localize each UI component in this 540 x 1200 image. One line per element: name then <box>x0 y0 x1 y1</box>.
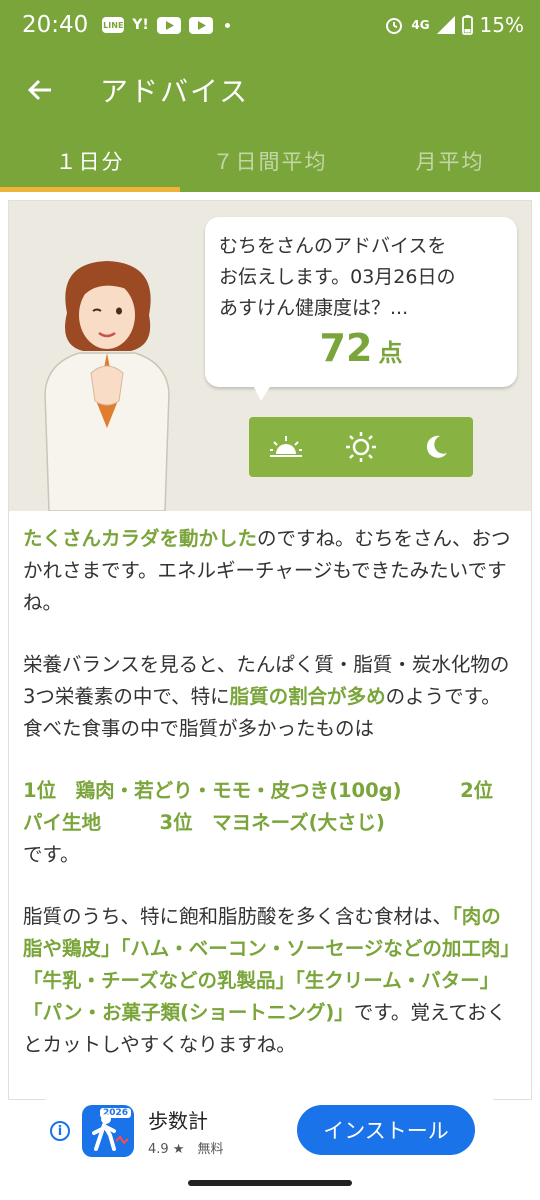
app-icon[interactable]: 2026 <box>82 1105 134 1157</box>
sun-icon <box>345 432 376 462</box>
advisor-avatar <box>44 261 170 511</box>
line-icon: LINE <box>102 17 125 33</box>
walking-person-icon <box>92 1114 129 1151</box>
ad-rating: 4.9 ★ <box>148 1142 185 1157</box>
youtube-icon <box>156 16 181 34</box>
highlight-text: たくさんカラダを動かした <box>23 527 258 550</box>
signal-icon <box>436 16 455 34</box>
meal-time-toggle <box>249 417 473 477</box>
youtube-icon <box>188 16 213 34</box>
fat-ranking: 1位 鶏肉・若どり・モモ・皮つき(100g) 2位 パイ生地 3位 マヨネーズ(… <box>23 775 519 871</box>
score-unit: 点 <box>378 339 403 367</box>
alarm-icon <box>386 18 403 34</box>
network-type: 4G <box>411 18 430 32</box>
system-navigation-bar <box>0 1168 540 1200</box>
paragraph-text: です。 <box>23 843 80 866</box>
arrow-left-icon <box>27 79 51 101</box>
highlight-text: 脂質の割合が多め <box>229 685 386 708</box>
advice-paragraph: 脂質のうち、特に飽和脂肪酸を多く含む食材は、「肉の脂や鶏皮」「ハム・ベーコン・ソ… <box>23 901 519 1061</box>
ad-texts: 歩数計 4.9 ★ 無料 <box>148 1105 224 1157</box>
daytime-button[interactable] <box>336 422 386 472</box>
period-tabs: １日分 ７日間平均 月平均 <box>0 130 540 192</box>
advice-paragraph: 栄養バランスを見ると、たんぱく質・脂質・炭水化物の3つ栄養素の中で、特に脂質の割… <box>23 649 519 745</box>
install-button[interactable]: インストール <box>297 1105 475 1155</box>
night-button[interactable] <box>411 422 461 472</box>
tab-one-day[interactable]: １日分 <box>0 130 180 192</box>
tab-monthly-average[interactable]: 月平均 <box>360 130 540 192</box>
advice-speech-bubble: むちをさんのアドバイスを お伝えします。03月26日の あすけん健康度は？...… <box>205 217 517 401</box>
bubble-tail <box>253 385 271 401</box>
app-bar: アドバイス <box>0 50 540 130</box>
ad-banner[interactable]: i 2026 歩数計 4.9 ★ 無料 インストール <box>46 1098 493 1164</box>
ad-price: 無料 <box>197 1142 224 1157</box>
sunrise-icon <box>270 436 303 457</box>
morning-button[interactable] <box>261 422 311 472</box>
yahoo-icon: Y! <box>132 17 149 33</box>
home-gesture-handle[interactable] <box>188 1180 352 1186</box>
advice-paragraph: たくさんカラダを動かしたのですね。むちをさん、おつかれさまです。エネルギーチャー… <box>23 523 519 619</box>
page-title: アドバイス <box>100 75 250 108</box>
status-bar: 20:40 LINE Y! 4G 15% <box>0 0 540 50</box>
advice-card: むちをさんのアドバイスを お伝えします。03月26日の あすけん健康度は？...… <box>8 200 532 1100</box>
ad-meta: 4.9 ★ 無料 <box>148 1138 224 1157</box>
advice-body: たくさんカラダを動かしたのですね。むちをさん、おつかれさまです。エネルギーチャー… <box>23 523 519 1091</box>
notification-icons: LINE Y! <box>102 16 230 34</box>
rank-item-1: 1位 鶏肉・若どり・モモ・皮つき(100g) <box>23 779 402 802</box>
advice-intro-text: むちをさんのアドバイスを お伝えします。03月26日の あすけん健康度は？... <box>219 235 456 319</box>
status-right: 4G 15% <box>384 13 524 37</box>
back-button[interactable] <box>10 60 70 120</box>
moon-icon <box>426 435 447 458</box>
ad-info-icon[interactable]: i <box>50 1121 70 1141</box>
ad-app-name: 歩数計 <box>148 1109 208 1133</box>
battery-icon <box>461 15 473 35</box>
more-notifications-dot <box>224 22 230 28</box>
health-score: 72 点 <box>219 326 503 370</box>
rank-item-3: 3位 マヨネーズ(大さじ) <box>159 811 385 834</box>
paragraph-text: 脂質のうち、特に飽和脂肪酸を多く含む食材は、 <box>23 905 453 928</box>
tab-seven-day-average[interactable]: ７日間平均 <box>180 130 360 192</box>
score-value: 72 <box>319 326 373 370</box>
status-time: 20:40 <box>22 12 89 38</box>
battery-level: 15% <box>479 13 524 37</box>
advice-hero: むちをさんのアドバイスを お伝えします。03月26日の あすけん健康度は？...… <box>9 201 531 511</box>
